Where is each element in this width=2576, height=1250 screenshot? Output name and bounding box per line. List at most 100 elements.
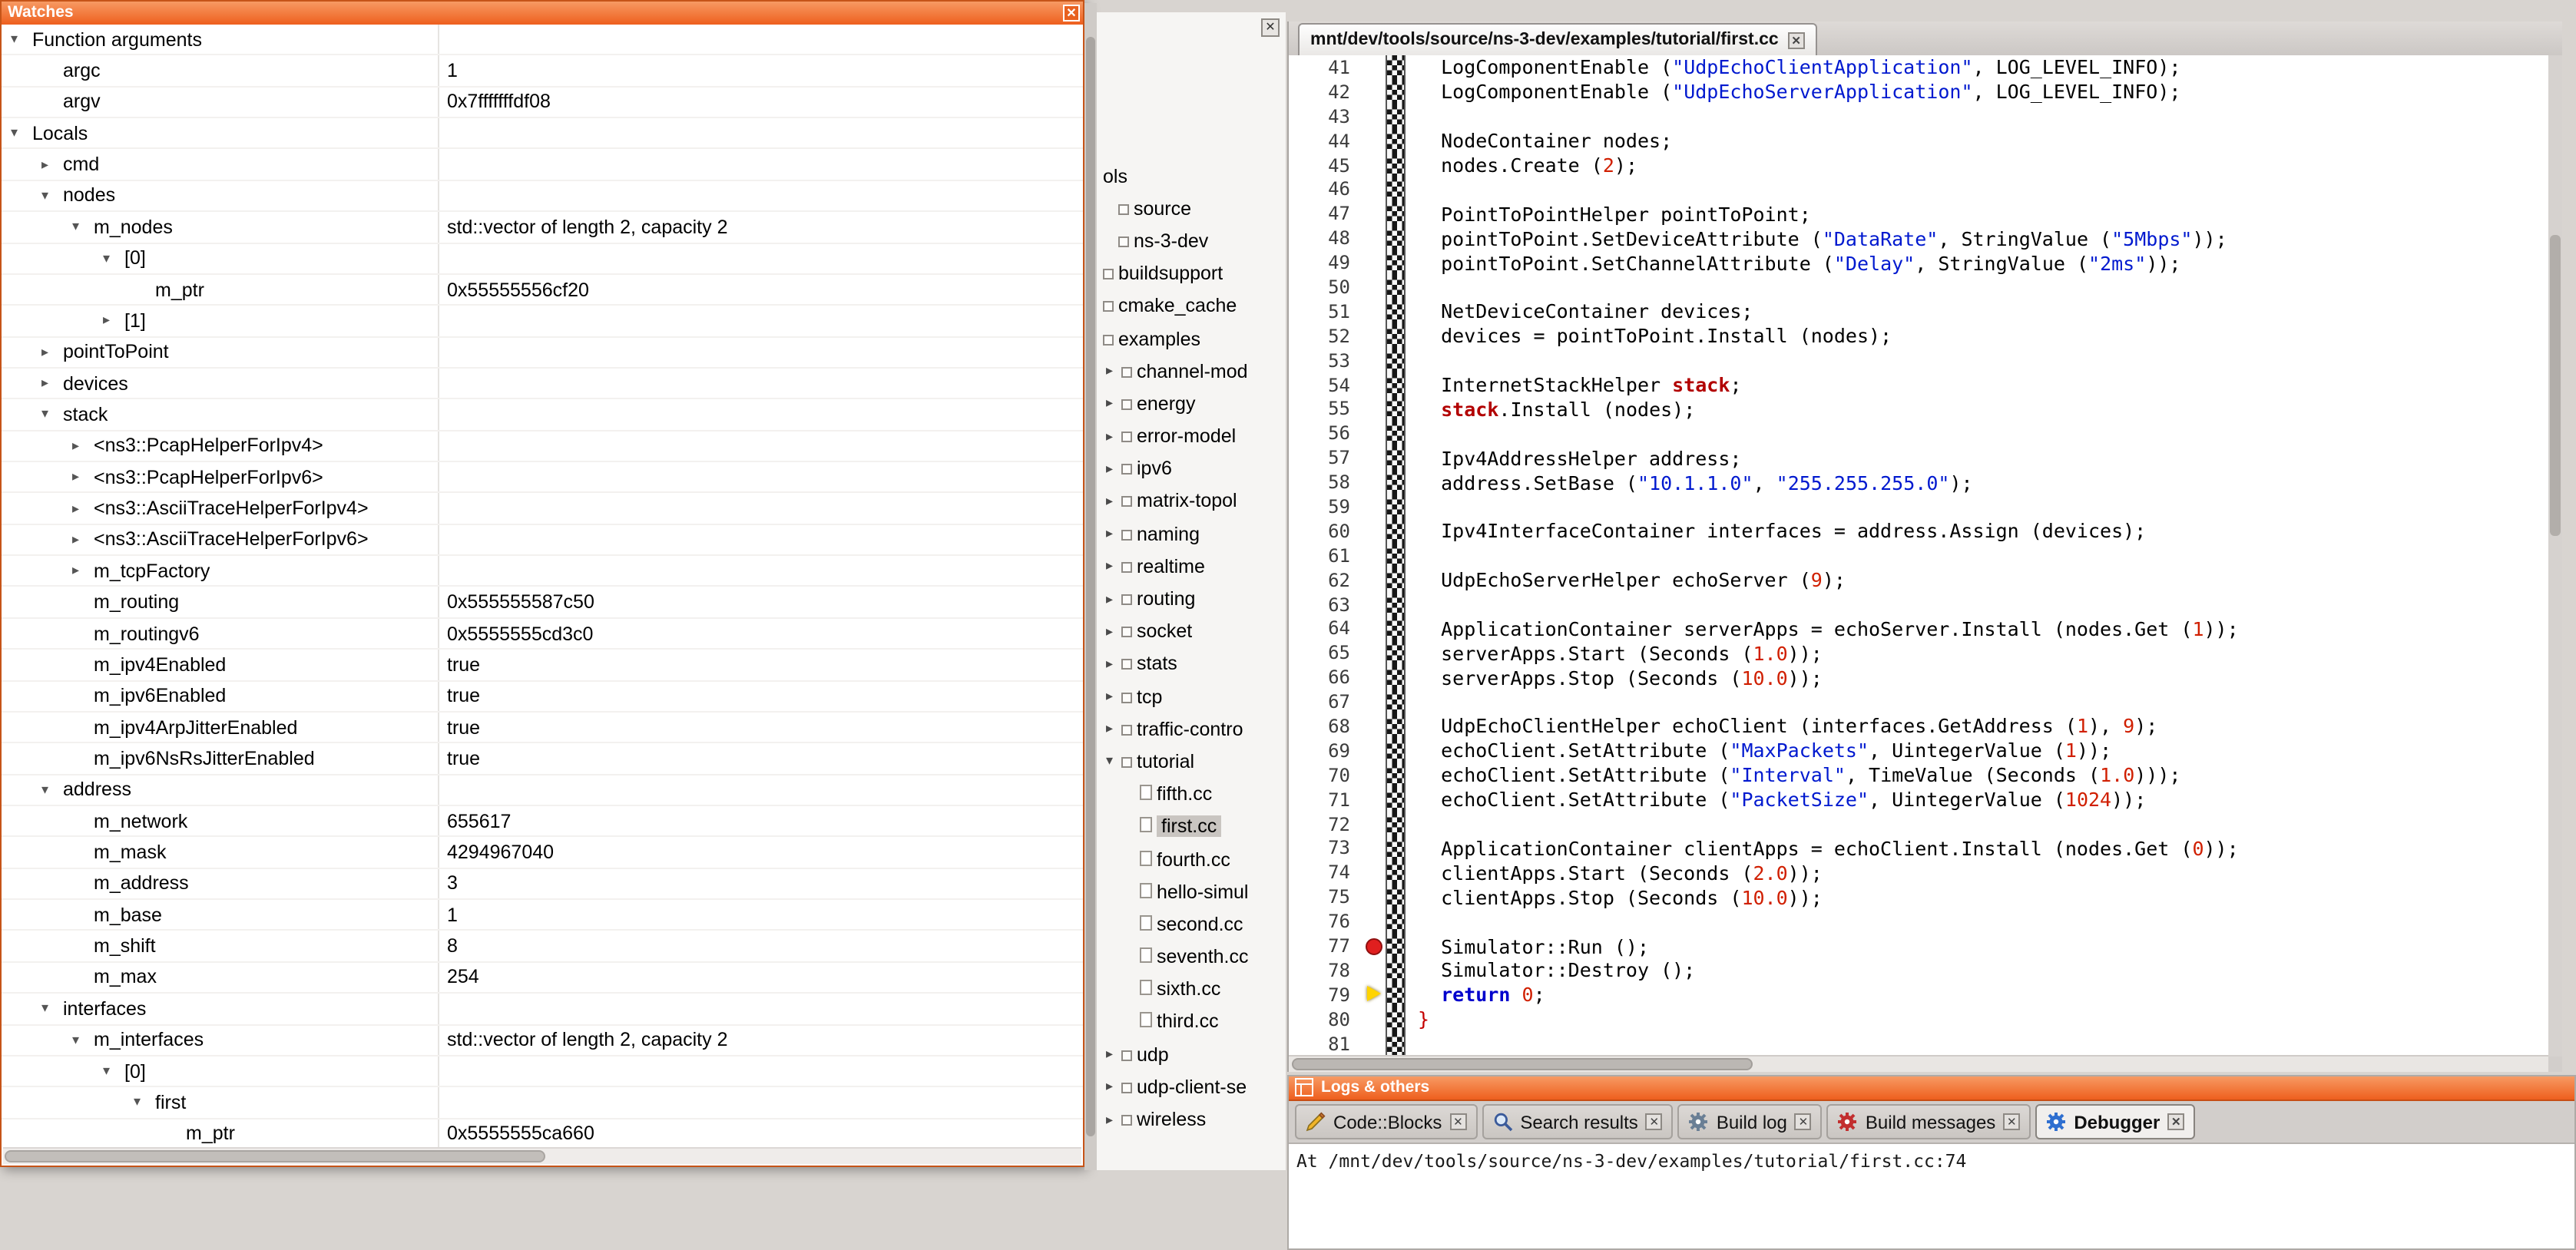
watch-row[interactable]: ▾interfaces — [2, 994, 1083, 1025]
code-text[interactable]: stack.Install (nodes); — [1406, 398, 1695, 421]
chevron-right-icon[interactable]: ▸ — [1106, 362, 1121, 379]
line-number[interactable]: 59 — [1289, 496, 1366, 518]
breakpoint-margin[interactable] — [1366, 617, 1386, 641]
line-number[interactable]: 56 — [1289, 423, 1366, 445]
line-number[interactable]: 42 — [1289, 81, 1366, 103]
code-text[interactable]: NodeContainer nodes; — [1406, 129, 1672, 152]
line-number[interactable]: 77 — [1289, 935, 1366, 957]
code-text[interactable]: clientApps.Start (Seconds (2.0)); — [1406, 861, 1823, 885]
breakpoint-margin[interactable] — [1366, 299, 1386, 324]
code-text[interactable]: serverApps.Start (Seconds (1.0)); — [1406, 642, 1823, 665]
line-number[interactable]: 45 — [1289, 154, 1366, 176]
close-icon[interactable]: ✕ — [1261, 18, 1280, 37]
line-number[interactable]: 58 — [1289, 471, 1366, 493]
line-number[interactable]: 61 — [1289, 545, 1366, 567]
watch-row[interactable]: ▸<ns3::PcapHelperForIpv6> — [2, 462, 1083, 494]
watches-titlebar[interactable]: Watches ✕ — [2, 2, 1083, 26]
line-number[interactable]: 71 — [1289, 789, 1366, 810]
breakpoint-margin[interactable] — [1366, 55, 1386, 80]
breakpoint-margin[interactable] — [1366, 1031, 1386, 1056]
code-line[interactable]: 66 serverApps.Stop (Seconds (10.0)); — [1289, 666, 2548, 690]
management-vertical-scrollbar-thumb[interactable] — [1086, 37, 1095, 1136]
chevron-right-icon[interactable]: ▸ — [1097, 298, 1103, 315]
watch-row[interactable]: ▾Locals — [2, 118, 1083, 150]
code-text[interactable]: LogComponentEnable ("UdpEchoClientApplic… — [1406, 56, 2180, 79]
code-line[interactable]: 58 address.SetBase ("10.1.1.0", "255.255… — [1289, 470, 2548, 494]
code-text[interactable]: serverApps.Stop (Seconds (10.0)); — [1406, 666, 1823, 689]
code-line[interactable]: 80} — [1289, 1007, 2548, 1031]
code-line[interactable]: 47 PointToPointHelper pointToPoint; — [1289, 202, 2548, 227]
chevron-right-icon[interactable]: ▸ — [41, 375, 63, 392]
chevron-right-icon[interactable]: ▸ — [1106, 590, 1121, 607]
chevron-right-icon[interactable]: ▸ — [1106, 688, 1121, 705]
chevron-right-icon[interactable]: ▸ — [1097, 265, 1103, 282]
breakpoint-margin[interactable] — [1366, 714, 1386, 739]
code-line[interactable]: 56 — [1289, 422, 2548, 446]
breakpoint-margin[interactable] — [1366, 787, 1386, 812]
code-line[interactable]: 45 nodes.Create (2); — [1289, 153, 2548, 177]
close-icon[interactable]: ✕ — [1449, 1113, 1466, 1130]
close-icon[interactable]: ✕ — [2167, 1113, 2184, 1130]
code-line[interactable]: 73 ApplicationContainer clientApps = ech… — [1289, 836, 2548, 861]
chevron-right-icon[interactable]: ▸ — [1106, 1046, 1121, 1063]
line-number[interactable]: 49 — [1289, 252, 1366, 273]
breakpoint-margin[interactable] — [1366, 128, 1386, 153]
chevron-down-icon[interactable]: ▾ — [72, 1031, 94, 1048]
chevron-right-icon[interactable]: ▸ — [103, 312, 124, 329]
code-text[interactable]: clientApps.Stop (Seconds (10.0)); — [1406, 885, 1823, 908]
tree-item[interactable]: ▸stats — [1106, 648, 1286, 680]
tree-item[interactable]: seventh.cc — [1140, 941, 1286, 973]
line-number[interactable]: 74 — [1289, 862, 1366, 884]
chevron-right-icon[interactable]: ▸ — [1106, 395, 1121, 412]
code-line[interactable]: 65 serverApps.Start (Seconds (1.0)); — [1289, 641, 2548, 666]
tree-item[interactable]: ▸realtime — [1106, 551, 1286, 583]
code-line[interactable]: 68 UdpEchoClientHelper echoClient (inter… — [1289, 714, 2548, 739]
code-text[interactable]: Ipv4AddressHelper address; — [1406, 446, 1741, 469]
log-tab-build-log[interactable]: Build log✕ — [1678, 1104, 1823, 1139]
breakpoint-margin[interactable] — [1366, 958, 1386, 983]
watch-row[interactable]: ▸devices — [2, 369, 1083, 400]
watch-row[interactable]: m_ptr0x55555556cf20 — [2, 275, 1083, 306]
watch-row[interactable]: ▾stack — [2, 400, 1083, 432]
code-line[interactable]: 70 echoClient.SetAttribute ("Interval", … — [1289, 763, 2548, 788]
code-line[interactable]: 44 NodeContainer nodes; — [1289, 128, 2548, 153]
breakpoint-margin[interactable] — [1366, 836, 1386, 861]
code-line[interactable]: 75 clientApps.Stop (Seconds (10.0)); — [1289, 885, 2548, 910]
watch-row[interactable]: m_shift8 — [2, 931, 1083, 963]
tree-item[interactable]: ▸naming — [1106, 518, 1286, 550]
code-editor[interactable]: 41 LogComponentEnable ("UdpEchoClientApp… — [1289, 55, 2548, 1057]
tree-item[interactable]: ▸buildsupport — [1097, 257, 1286, 289]
watch-row[interactable]: ▾[0] — [2, 1057, 1083, 1088]
code-text[interactable]: pointToPoint.SetChannelAttribute ("Delay… — [1406, 251, 2180, 274]
tree-item[interactable]: ▾examples — [1097, 322, 1286, 355]
line-number[interactable]: 44 — [1289, 130, 1366, 151]
breakpoint-margin[interactable] — [1366, 739, 1386, 763]
editor-tab-first-cc[interactable]: mnt/dev/tools/source/ns-3-dev/examples/t… — [1298, 23, 1817, 55]
line-number[interactable]: 51 — [1289, 301, 1366, 322]
watch-row[interactable]: ▾m_nodesstd::vector of length 2, capacit… — [2, 212, 1083, 243]
editor-horizontal-scrollbar-thumb[interactable] — [1292, 1058, 1753, 1070]
watch-row[interactable]: ▾nodes — [2, 181, 1083, 213]
line-number[interactable]: 57 — [1289, 447, 1366, 468]
code-line[interactable]: 81 — [1289, 1031, 2548, 1056]
watch-row[interactable]: m_ipv6NsRsJitterEnabledtrue — [2, 744, 1083, 775]
chevron-right-icon[interactable]: ▸ — [1106, 493, 1121, 510]
tree-item[interactable]: ols — [1103, 160, 1286, 192]
watch-row[interactable]: ▾Function arguments — [2, 25, 1083, 56]
tree-item[interactable]: fifth.cc — [1140, 778, 1286, 810]
breakpoint-margin[interactable] — [1366, 324, 1386, 349]
line-number[interactable]: 81 — [1289, 1033, 1366, 1054]
code-line[interactable]: 67 — [1289, 689, 2548, 714]
chevron-right-icon[interactable]: ▸ — [1106, 525, 1121, 542]
editor-vertical-scrollbar[interactable] — [2548, 55, 2562, 1057]
chevron-down-icon[interactable]: ▾ — [72, 219, 94, 236]
code-text[interactable]: Simulator::Run (); — [1406, 934, 1649, 957]
editor-vertical-scrollbar-thumb[interactable] — [2550, 236, 2561, 536]
close-icon[interactable]: ✕ — [1795, 1113, 1812, 1130]
chevron-down-icon[interactable]: ▾ — [11, 125, 32, 142]
breakpoint-margin[interactable] — [1366, 348, 1386, 372]
watch-row[interactable]: ▸cmd — [2, 150, 1083, 181]
line-number[interactable]: 47 — [1289, 203, 1366, 225]
breakpoint-margin[interactable] — [1366, 202, 1386, 227]
code-line[interactable]: 49 pointToPoint.SetChannelAttribute ("De… — [1289, 250, 2548, 275]
